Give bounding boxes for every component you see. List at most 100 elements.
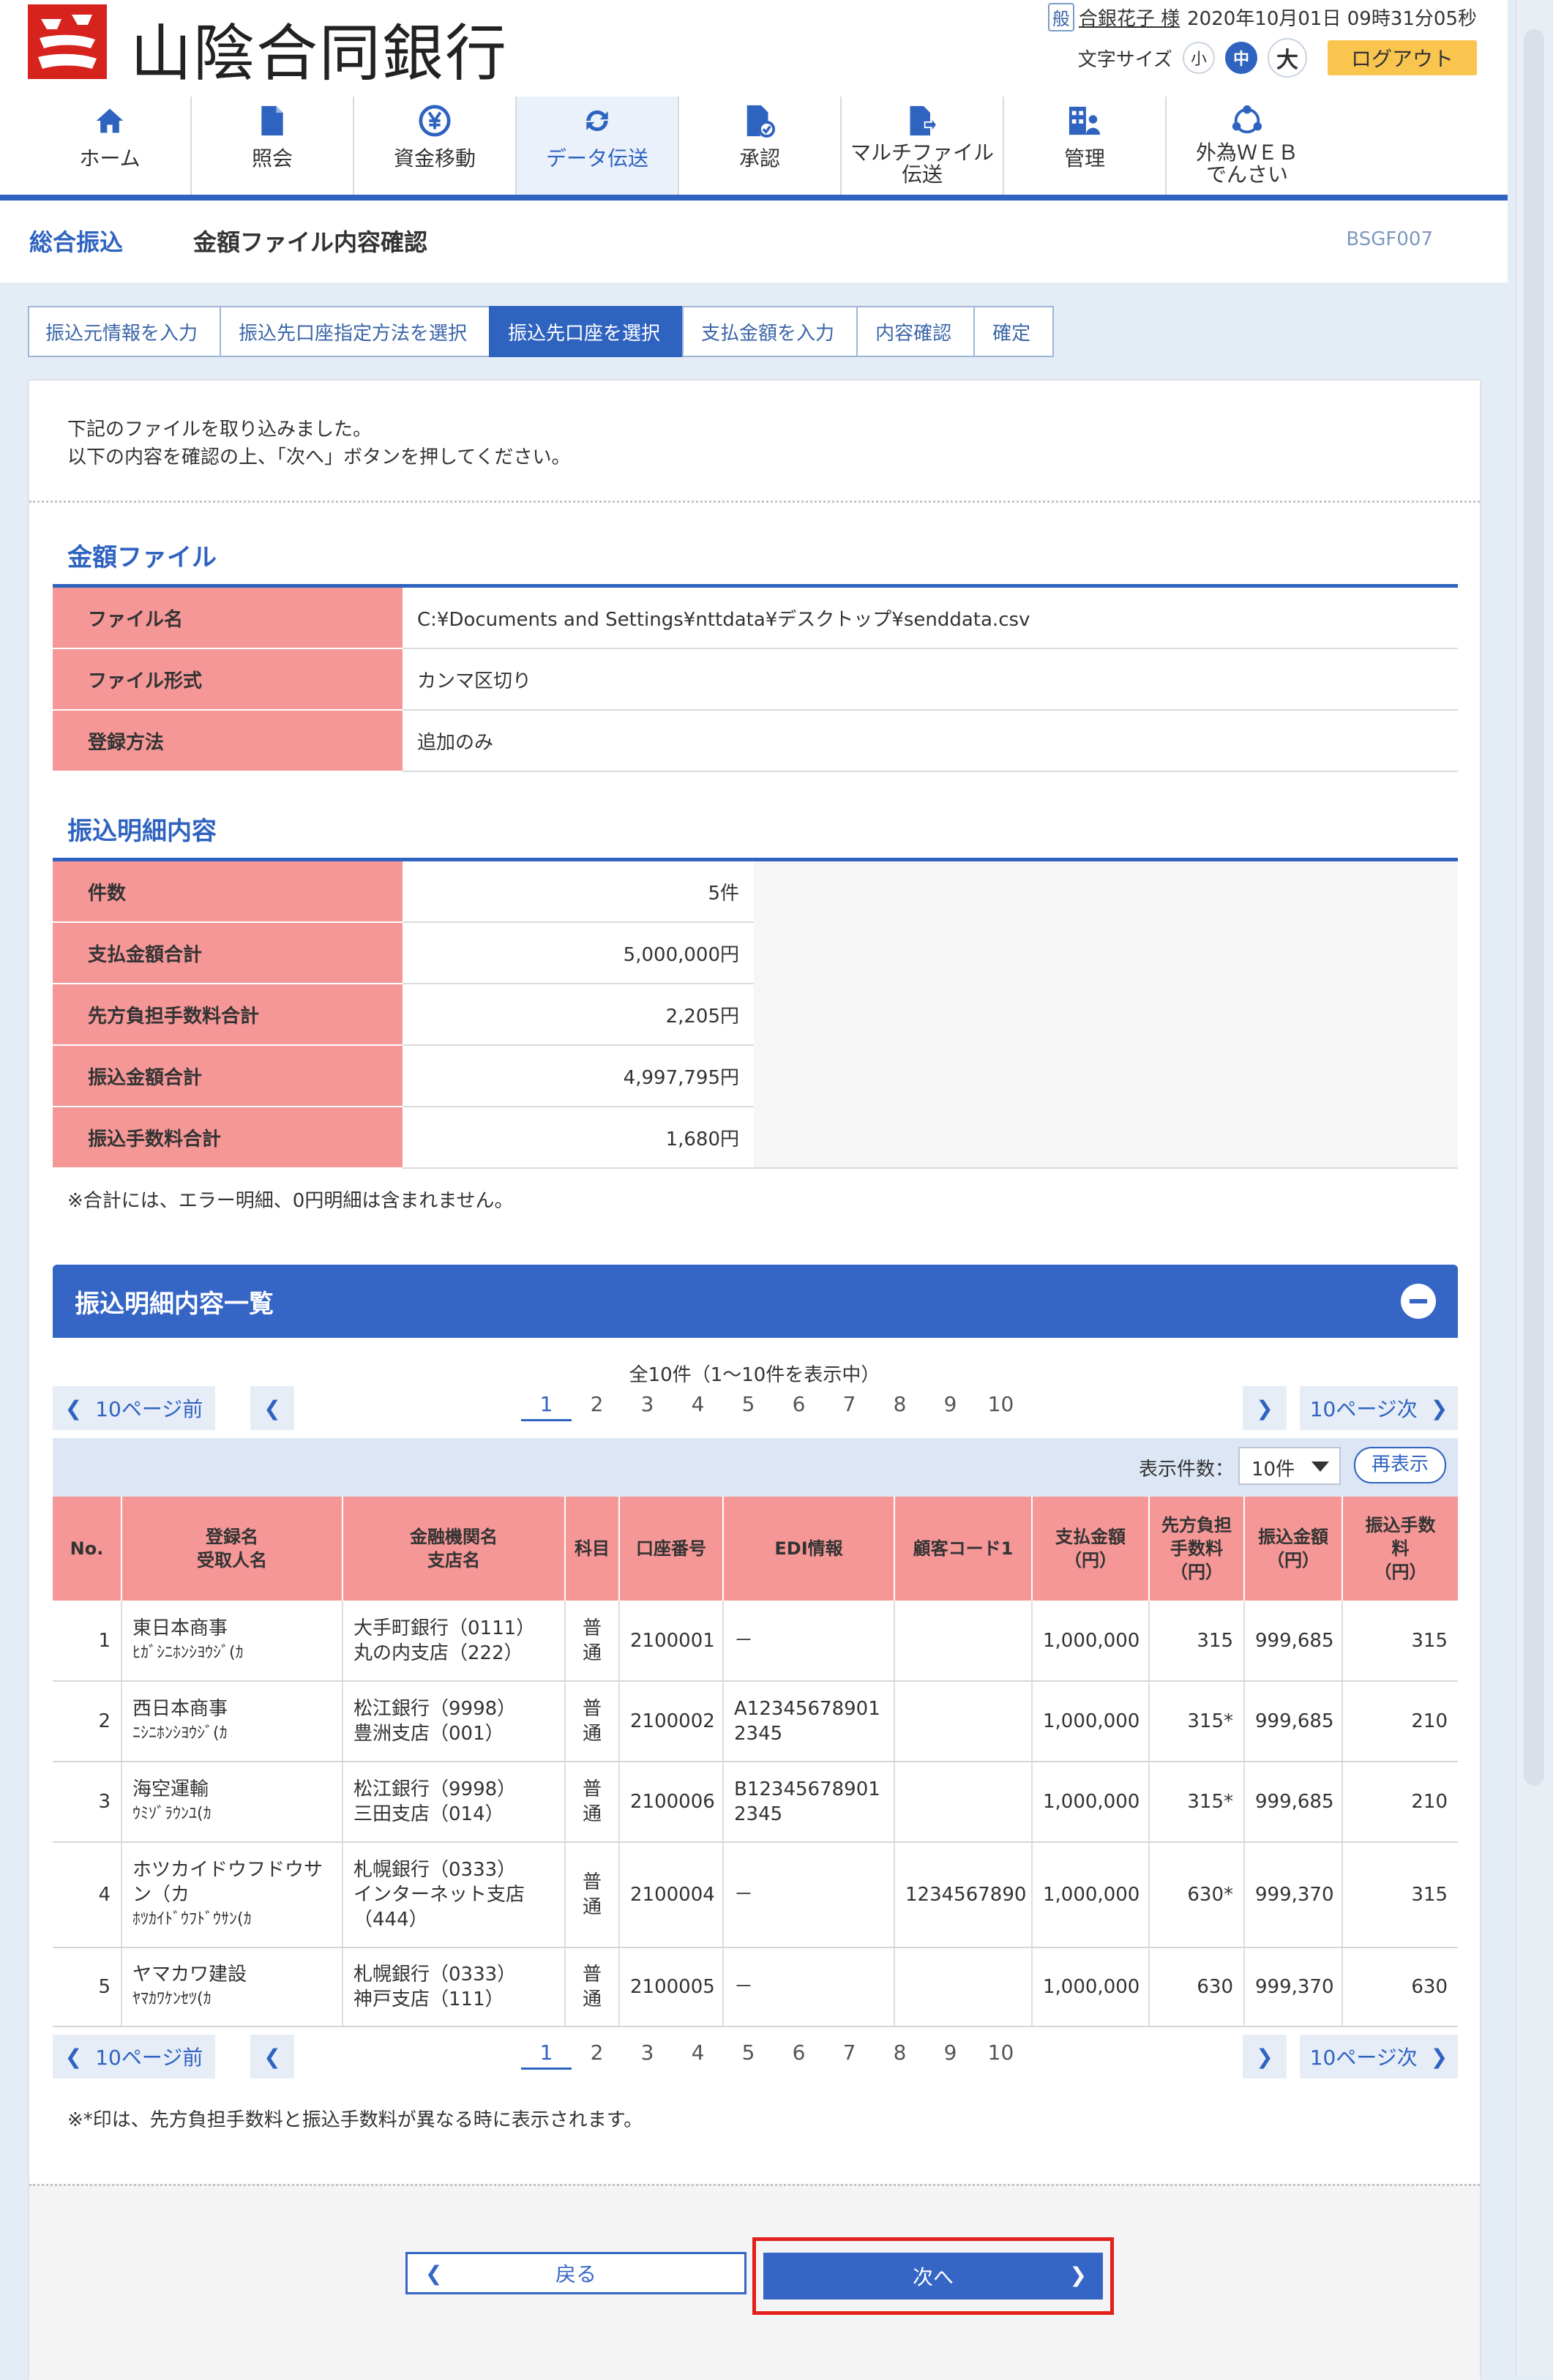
logout-button[interactable]: ログアウト <box>1327 40 1477 75</box>
step-6: 確定 <box>973 306 1055 357</box>
summary-value: 5,000,000円 <box>403 922 754 984</box>
nav-admin[interactable]: 管理 <box>1004 97 1167 196</box>
nav-fund-transfer[interactable]: 資金移動 <box>354 97 517 196</box>
nav-label: 資金移動 <box>393 146 476 171</box>
page-link[interactable]: 4 <box>673 2040 723 2070</box>
prev-page-button[interactable]: ❮ <box>250 2035 294 2078</box>
page-link[interactable]: 9 <box>925 2040 976 2070</box>
page-link[interactable]: 8 <box>875 2040 925 2070</box>
next-button[interactable]: 次へ ❯ <box>763 2253 1103 2299</box>
col-amount: 振込金額 （円） <box>1244 1497 1343 1601</box>
nav-label: 外為ＷＥＢ <box>1195 141 1298 165</box>
prev-10-pages-button[interactable]: ❮ 10ページ前 <box>53 2035 215 2078</box>
summary-row: 振込手数料合計 1,680円 <box>53 1107 1458 1169</box>
nav-label: ホーム <box>79 146 141 171</box>
file-section-title: 金額ファイル <box>67 543 217 572</box>
table-row: 4 ホツカイドウフドウサン（カ ﾎﾂｶｲﾄﾞｳﾌﾄﾞｳｻﾝ(ｶ 札幌銀行（0333… <box>53 1842 1458 1948</box>
page-link[interactable]: 8 <box>875 1392 925 1421</box>
summary-table: 件数 5件 支払金額合計 5,000,000円 先方負担手数料合計 2,205円 振込… <box>53 861 1458 1169</box>
file-label: ファイル形式 <box>53 648 403 711</box>
summary-row: 支払金額合計 5,000,000円 <box>53 922 1458 984</box>
page-link-current[interactable]: 1 <box>521 1392 572 1421</box>
approve-icon <box>744 101 776 141</box>
page-link[interactable]: 3 <box>622 2040 673 2070</box>
pagination-top: ❮ 10ページ前 ❮ 1 2 3 4 5 6 7 8 9 10 ❯ 10ページ次 ❯ <box>53 1386 1458 1430</box>
page-link[interactable]: 2 <box>572 2040 622 2070</box>
per-page-select[interactable]: 10件 <box>1238 1447 1341 1485</box>
page-link[interactable]: 3 <box>622 1392 673 1421</box>
user-name-link[interactable]: 合銀花子 様 <box>1079 8 1180 30</box>
col-account: 口座番号 <box>619 1497 724 1601</box>
font-size-large-button[interactable]: 大 <box>1267 38 1307 78</box>
col-fee: 先方負担 手数料 （円） <box>1149 1497 1245 1601</box>
step-2: 振込先口座指定方法を選択 <box>220 306 490 357</box>
file-row: ファイル名 C:¥Documents and Settings¥nttdata¥デ… <box>53 588 1458 649</box>
col-transfer-fee: 振込手数料（円） <box>1342 1497 1458 1601</box>
nav-multi-file[interactable]: マルチファイル 伝送 <box>842 97 1004 196</box>
page-numbers: 1 2 3 4 5 6 7 8 9 10 <box>521 1392 1026 1421</box>
yen-icon <box>418 101 452 141</box>
step-1: 振込元情報を入力 <box>28 306 220 357</box>
summary-label: 振込手数料合計 <box>53 1107 403 1169</box>
page-link[interactable]: 4 <box>673 1392 723 1421</box>
table-row: 1 東日本商事 ﾋｶﾞｼﾆﾎﾝｼﾖｳｼﾞ(ｶ 大手町銀行（0111） 丸の内支店（2… <box>53 1601 1458 1682</box>
page-link[interactable]: 7 <box>824 1392 875 1421</box>
page-link-current[interactable]: 1 <box>521 2040 572 2070</box>
prev-10-pages-button[interactable]: ❮ 10ページ前 <box>53 1386 215 1430</box>
user-info: 般合銀花子 様 2020年10月01日 09時31分05秒 <box>1047 3 1477 31</box>
detail-table: No. 登録名 受取人名 金融機関名 支店名 科目 口座番号 EDI情報 顧客コード… <box>53 1497 1458 2027</box>
next-button-highlight: 次へ ❯ <box>752 2237 1114 2315</box>
page-link[interactable]: 6 <box>774 2040 824 2070</box>
next-page-button[interactable]: ❯ <box>1243 1386 1287 1430</box>
main-content: 下記のファイルを取り込みました。 以下の内容を確認の上、「次へ」ボタンを押してく… <box>28 379 1481 2380</box>
page-link[interactable]: 10 <box>976 1392 1026 1421</box>
nav-label-2: 伝送 <box>901 162 943 187</box>
font-size-small-button[interactable]: 小 <box>1182 42 1215 74</box>
next-page-button[interactable]: ❯ <box>1243 2035 1287 2078</box>
chevron-right-icon: ❯ <box>1430 1396 1448 1421</box>
col-type: 科目 <box>565 1497 620 1601</box>
prev-page-button[interactable]: ❮ <box>250 1386 294 1430</box>
summary-value: 5件 <box>403 861 754 923</box>
summary-value: 1,680円 <box>403 1107 754 1169</box>
nav-approval[interactable]: 承認 <box>679 97 842 196</box>
network-icon <box>1230 101 1264 141</box>
page-link[interactable]: 9 <box>925 1392 976 1421</box>
nav-underline <box>0 195 1508 201</box>
per-page-label: 表示件数： <box>1138 1459 1234 1481</box>
bank-logo-icon <box>28 4 107 79</box>
page-link[interactable]: 7 <box>824 2040 875 2070</box>
table-header-row: No. 登録名 受取人名 金融機関名 支店名 科目 口座番号 EDI情報 顧客コード… <box>53 1497 1458 1601</box>
file-value: C:¥Documents and Settings¥nttdata¥デスクトップ… <box>403 588 1458 649</box>
step-indicator: 振込元情報を入力 振込先口座指定方法を選択 振込先口座を選択 支払金額を入力 内… <box>28 306 1055 357</box>
scrollbar-thumb[interactable] <box>1524 29 1544 1786</box>
summary-note: ※合計には、エラー明細、0円明細は含まれません。 <box>67 1190 514 1212</box>
page-link[interactable]: 10 <box>976 2040 1026 2070</box>
summary-value: 4,997,795円 <box>403 1045 754 1107</box>
page-numbers: 1 2 3 4 5 6 7 8 9 10 <box>521 2040 1026 2070</box>
next-10-pages-button[interactable]: 10ページ次 ❯ <box>1300 2035 1458 2078</box>
result-count: 全10件（1～10件を表示中） <box>629 1364 880 1386</box>
collapse-icon[interactable] <box>1401 1284 1436 1319</box>
back-button[interactable]: ❮ 戻る <box>405 2252 746 2294</box>
redisplay-button[interactable]: 再表示 <box>1354 1447 1446 1483</box>
intro-line-2: 以下の内容を確認の上、「次へ」ボタンを押してください。 <box>67 446 571 468</box>
button-area: ❮ 戻る 次へ ❯ <box>29 2184 1480 2380</box>
nav-data-transmission[interactable]: データ伝送 <box>517 97 679 196</box>
page-link[interactable]: 6 <box>774 1392 824 1421</box>
chevron-left-icon: ❮ <box>263 2044 281 2069</box>
nav-inquiry[interactable]: 照会 <box>192 97 354 196</box>
page-link[interactable]: 2 <box>572 1392 622 1421</box>
step-4: 支払金額を入力 <box>682 306 857 357</box>
detail-list-header[interactable]: 振込明細内容一覧 <box>53 1265 1458 1338</box>
scrollbar[interactable] <box>1515 0 1553 2376</box>
nav-fx-web[interactable]: 外為ＷＥＢ でんさい <box>1167 97 1328 196</box>
nav-label: データ伝送 <box>545 146 648 171</box>
nav-label: 承認 <box>738 146 780 171</box>
display-count-bar: 表示件数： 10件 再表示 <box>53 1438 1458 1497</box>
next-10-pages-button[interactable]: 10ページ次 ❯ <box>1300 1386 1458 1430</box>
nav-home[interactable]: ホーム <box>29 97 192 196</box>
page-link[interactable]: 5 <box>723 2040 774 2070</box>
font-size-medium-button[interactable]: 中 <box>1224 42 1257 74</box>
page-link[interactable]: 5 <box>723 1392 774 1421</box>
